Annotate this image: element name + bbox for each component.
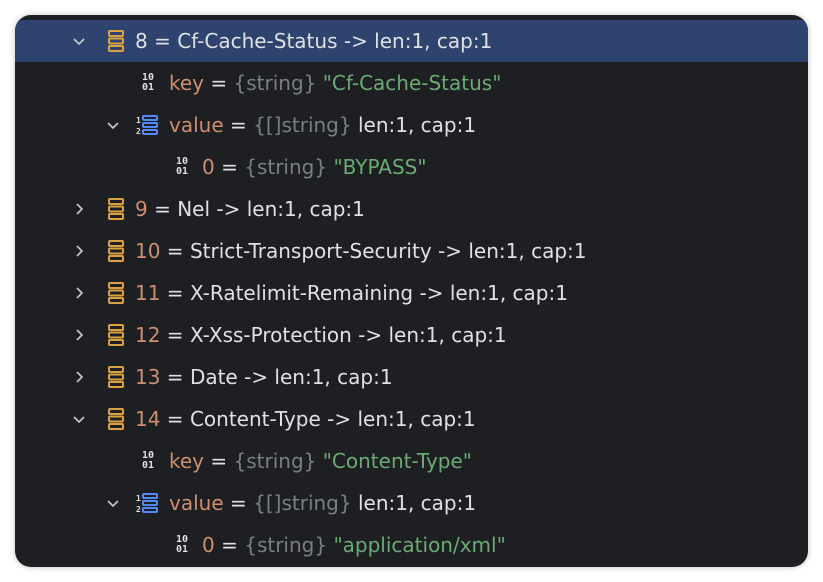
node-label: key = {string} "Cf-Cache-Status" <box>169 71 501 95</box>
node-type: {[]string} <box>253 113 352 137</box>
node-description: Cf-Cache-Status -> len:1, cap:1 <box>177 29 493 53</box>
node-description: Nel -> len:1, cap:1 <box>177 197 365 221</box>
chevron-down-icon[interactable] <box>103 115 123 135</box>
node-name: value <box>169 491 224 515</box>
chevron-down-icon[interactable] <box>103 493 123 513</box>
svg-text:2: 2 <box>136 127 141 136</box>
node-name: 9 <box>135 197 148 221</box>
binary-icon: 10 01 <box>141 72 155 93</box>
node-value: "BYPASS" <box>333 155 427 179</box>
node-name: 13 <box>135 365 161 389</box>
equals-sign: = <box>160 239 190 263</box>
chevron-down-icon[interactable] <box>69 31 89 51</box>
binary-icon: 10 01 <box>141 450 155 471</box>
map-entry-icon <box>104 323 128 347</box>
node-label: 13 = Date -> len:1, cap:1 <box>135 365 393 389</box>
tree-node-key[interactable]: 10 01 key = {string} "Content-Type" <box>15 440 808 482</box>
node-description: len:1, cap:1 <box>357 491 477 515</box>
equals-sign: = <box>160 407 190 431</box>
node-description: Content-Type -> len:1, cap:1 <box>189 407 476 431</box>
map-entry-icon <box>104 239 128 263</box>
node-label: 12 = X-Xss-Protection -> len:1, cap:1 <box>135 323 507 347</box>
node-description: Date -> len:1, cap:1 <box>189 365 393 389</box>
chevron-right-icon[interactable] <box>69 325 89 345</box>
chevron-right-icon[interactable] <box>69 241 89 261</box>
node-label: key = {string} "Content-Type" <box>169 449 472 473</box>
chevron-right-icon[interactable] <box>69 367 89 387</box>
node-description: len:1, cap:1 <box>357 113 477 137</box>
svg-text:2: 2 <box>136 505 141 514</box>
node-type: {string} <box>233 71 317 95</box>
node-label: 0 = {string} "application/xml" <box>202 533 506 557</box>
tree-node-12[interactable]: 12 = X-Xss-Protection -> len:1, cap:1 <box>15 314 808 356</box>
node-name: 10 <box>135 239 161 263</box>
tree-node-9[interactable]: 9 = Nel -> len:1, cap:1 <box>15 188 808 230</box>
equals-sign: = <box>204 71 234 95</box>
tree-node-value[interactable]: 12 value = {[]string} len:1, cap:1 <box>15 104 808 146</box>
node-name: 14 <box>135 407 161 431</box>
node-name: key <box>169 71 205 95</box>
equals-sign: = <box>214 533 245 557</box>
node-label: value = {[]string} len:1, cap:1 <box>169 113 476 137</box>
svg-text:1: 1 <box>136 116 141 125</box>
node-name: 12 <box>135 323 161 347</box>
node-name: key <box>169 449 205 473</box>
node-label: value = {[]string} len:1, cap:1 <box>169 491 476 515</box>
node-label: 10 = Strict-Transport-Security -> len:1,… <box>135 239 586 263</box>
node-label: 9 = Nel -> len:1, cap:1 <box>135 197 365 221</box>
node-description: X-Ratelimit-Remaining -> len:1, cap:1 <box>189 281 568 305</box>
chevron-down-icon[interactable] <box>69 409 89 429</box>
tree-node-14[interactable]: 14 = Content-Type -> len:1, cap:1 <box>15 398 808 440</box>
tree-node-0[interactable]: 10 01 0 = {string} "application/xml" <box>15 524 808 566</box>
map-entry-icon <box>104 365 128 389</box>
node-label: 11 = X-Ratelimit-Remaining -> len:1, cap… <box>135 281 568 305</box>
equals-sign: = <box>204 449 234 473</box>
node-name: value <box>169 113 224 137</box>
node-name: 11 <box>135 281 161 305</box>
node-description: X-Xss-Protection -> len:1, cap:1 <box>189 323 507 347</box>
equals-sign: = <box>147 197 178 221</box>
map-entry-icon <box>104 29 128 53</box>
node-type: {string} <box>244 155 328 179</box>
equals-sign: = <box>223 113 254 137</box>
debugger-variables-tree: 8 = Cf-Cache-Status -> len:1, cap:1 10 01… <box>15 15 808 567</box>
node-value: "Cf-Cache-Status" <box>322 71 502 95</box>
list-icon: 12 <box>136 113 160 137</box>
node-label: 8 = Cf-Cache-Status -> len:1, cap:1 <box>135 29 492 53</box>
equals-sign: = <box>160 365 190 389</box>
node-name: 0 <box>202 533 215 557</box>
node-value: "application/xml" <box>333 533 506 557</box>
chevron-right-icon[interactable] <box>69 199 89 219</box>
binary-icon: 10 01 <box>175 156 189 177</box>
map-entry-icon <box>104 281 128 305</box>
node-label: 0 = {string} "BYPASS" <box>202 155 427 179</box>
equals-sign: = <box>160 281 190 305</box>
equals-sign: = <box>147 29 178 53</box>
node-label: 14 = Content-Type -> len:1, cap:1 <box>135 407 476 431</box>
list-icon: 12 <box>136 491 160 515</box>
tree-node-10[interactable]: 10 = Strict-Transport-Security -> len:1,… <box>15 230 808 272</box>
equals-sign: = <box>223 491 254 515</box>
node-type: {[]string} <box>253 491 352 515</box>
tree-node-13[interactable]: 13 = Date -> len:1, cap:1 <box>15 356 808 398</box>
node-type: {string} <box>244 533 328 557</box>
map-entry-icon <box>104 197 128 221</box>
tree-node-11[interactable]: 11 = X-Ratelimit-Remaining -> len:1, cap… <box>15 272 808 314</box>
svg-text:1: 1 <box>136 494 141 503</box>
tree-node-value[interactable]: 12 value = {[]string} len:1, cap:1 <box>15 482 808 524</box>
tree-node-8[interactable]: 8 = Cf-Cache-Status -> len:1, cap:1 <box>15 20 808 62</box>
node-name: 0 <box>202 155 215 179</box>
node-description: Strict-Transport-Security -> len:1, cap:… <box>189 239 587 263</box>
equals-sign: = <box>160 323 190 347</box>
equals-sign: = <box>214 155 245 179</box>
node-type: {string} <box>233 449 317 473</box>
tree-node-0[interactable]: 10 01 0 = {string} "BYPASS" <box>15 146 808 188</box>
node-value: "Content-Type" <box>322 449 472 473</box>
binary-icon: 10 01 <box>175 534 189 555</box>
map-entry-icon <box>104 407 128 431</box>
chevron-right-icon[interactable] <box>69 283 89 303</box>
tree-node-key[interactable]: 10 01 key = {string} "Cf-Cache-Status" <box>15 62 808 104</box>
node-name: 8 <box>135 29 148 53</box>
